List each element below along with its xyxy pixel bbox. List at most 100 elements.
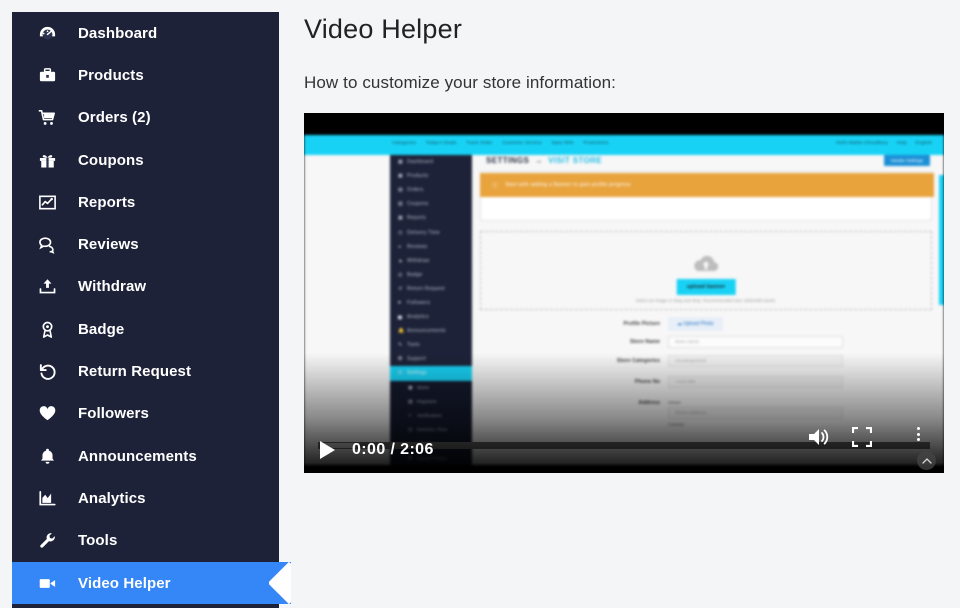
video-player[interactable]: Categories Today's Deals Track Order Cus…: [304, 113, 944, 473]
recorded-banner-dropzone: upload banner Select an image or drag an…: [480, 231, 932, 310]
recorded-link: Categories: [392, 140, 417, 145]
recorded-nav-item: ▣ Products: [398, 173, 429, 180]
recorded-account-label: Hello Mahla Choudhury: [836, 140, 889, 145]
bell-icon: [38, 447, 68, 466]
chart-area-icon: [38, 489, 68, 508]
recorded-store-categories-input: Uncategorized: [668, 355, 843, 367]
recorded-site-body: ▦ Dashboard ▣ Products ▤ Orders ▥ Coupons ▦ R…: [304, 155, 944, 466]
recorded-subnav-item: ▣ Store: [408, 384, 429, 391]
gift-icon: [38, 151, 68, 170]
grid-icon: ▦: [398, 159, 403, 166]
clock-icon: ◷: [398, 229, 403, 236]
cloud-icon: ☁: [677, 321, 682, 327]
recorded-link: Promotions: [583, 140, 609, 145]
recorded-language-label: English: [915, 140, 932, 145]
sidebar-item-return-request[interactable]: Return Request: [12, 350, 279, 392]
sidebar-item-label: Return Request: [78, 363, 192, 381]
recorded-link: Customer Service: [502, 140, 543, 145]
recorded-nav-item: ◎ Badge: [398, 271, 423, 278]
recorded-link: Track Order: [466, 140, 493, 145]
recorded-form-row: Store Name store name This field is requ…: [472, 336, 940, 348]
recorded-upload-banner-button: upload banner: [676, 279, 736, 295]
recorded-nav-item: ✎ Tools: [398, 342, 420, 349]
heart-icon: [38, 404, 68, 423]
sidebar-item-label: Orders (2): [78, 109, 151, 127]
sidebar-item-reviews[interactable]: Reviews: [12, 223, 279, 265]
products-icon: [38, 66, 68, 85]
recorded-vendor-settings-button: Vendor Settings: [883, 155, 930, 166]
recorded-address-input: Street address: [668, 407, 843, 419]
recorded-nav-item: 🔔 Announcements: [398, 328, 446, 335]
wrench-icon: ✎: [398, 342, 403, 349]
store-icon: ▣: [408, 384, 413, 391]
recorded-topbar-right-links: Hello Mahla Choudhury Help English: [829, 140, 932, 145]
recorded-form-row: Address Street Street address Country: [472, 400, 940, 427]
timecode-display: 0:00 / 2:06: [352, 441, 434, 458]
sidebar-item-label: Analytics: [78, 489, 146, 507]
support-icon: ✪: [398, 356, 403, 363]
chart-icon: ▦: [398, 215, 403, 222]
undo-icon: ↺: [398, 285, 403, 292]
sidebar-item-products[interactable]: Products: [12, 54, 279, 96]
recorded-nav-item: ▥ Coupons: [398, 201, 429, 208]
sidebar-item-withdraw[interactable]: Withdraw: [12, 266, 279, 308]
sidebar-item-video-helper[interactable]: Video Helper: [12, 561, 291, 605]
recorded-nav-item: ◕ Reviews: [398, 243, 428, 250]
volume-icon[interactable]: [808, 427, 852, 473]
sidebar-item-dashboard[interactable]: Dashboard: [12, 12, 279, 54]
recorded-alert-banner: ⓘ Start with adding a Banner to gain pro…: [480, 173, 934, 197]
fullscreen-icon[interactable]: [851, 426, 896, 473]
recorded-address-sublabel: Street: [668, 400, 681, 405]
sidebar-item-badge[interactable]: Badge: [12, 308, 279, 350]
sidebar-item-tools[interactable]: Tools: [12, 520, 279, 562]
video-camera-icon: [38, 574, 68, 593]
upload-icon: ▲: [398, 257, 404, 264]
sidebar-item-reports[interactable]: Reports: [12, 181, 279, 223]
sidebar-item-label: Withdraw: [78, 278, 147, 296]
recorded-visit-store-link: VISIT STORE: [548, 156, 603, 165]
sidebar-item-label: Dashboard: [78, 24, 158, 42]
recorded-phone-input: +123 456: [668, 376, 843, 388]
recorded-settings-heading: SETTINGS → VISIT STORE: [486, 156, 603, 165]
payment-icon: ▤: [408, 398, 413, 405]
recorded-nav-item: ✪ Support: [398, 356, 426, 363]
scroll-to-top-icon[interactable]: [917, 451, 936, 470]
sidebar-item-label: Products: [78, 66, 144, 84]
dashboard-icon: [38, 24, 68, 43]
recorded-main-panel: SETTINGS → VISIT STORE Vendor Settings ⓘ…: [472, 155, 940, 465]
sidebar-item-label: Coupons: [78, 151, 144, 169]
recorded-nav-item: ▦ Dashboard: [398, 159, 434, 166]
sidebar-item-label: Badge: [78, 320, 125, 338]
gear-icon: ✿: [398, 370, 403, 377]
video-frame-content: Categories Today's Deals Track Order Cus…: [304, 135, 944, 466]
cloud-upload-icon: [692, 254, 720, 279]
sidebar: Dashboard Products Orders (2) Coupons Report…: [12, 12, 291, 608]
recorded-nav-item-settings: ✿ Settings: [390, 366, 472, 381]
recorded-site-topbar: Categories Today's Deals Track Order Cus…: [304, 135, 944, 155]
three-dots: [896, 427, 940, 441]
active-indicator-arrow: [269, 562, 291, 604]
recorded-topbar-left-links: Categories Today's Deals Track Order Cus…: [392, 140, 617, 145]
sidebar-item-coupons[interactable]: Coupons: [12, 139, 279, 181]
box-icon: ▣: [398, 173, 403, 180]
recorded-form-row: Phone No +123 456: [472, 376, 940, 388]
recorded-page-scrollbar: [939, 175, 944, 305]
cart-icon: [38, 108, 68, 127]
wrench-icon: [38, 531, 68, 550]
play-button[interactable]: [304, 427, 350, 473]
sidebar-item-followers[interactable]: Followers: [12, 393, 279, 435]
sidebar-item-announcements[interactable]: Announcements: [12, 435, 279, 477]
recorded-subnav-item: ▤ Payment: [408, 398, 437, 405]
sidebar-item-analytics[interactable]: Analytics: [12, 477, 279, 519]
recorded-nav-item: ▤ Orders: [398, 187, 424, 194]
undo-icon: [38, 362, 68, 381]
recorded-nav-item: ↺ Return Request: [398, 285, 445, 292]
sidebar-item-label: Announcements: [78, 447, 197, 465]
check-icon: ✓: [408, 412, 413, 419]
heart-icon: ♥: [398, 299, 402, 306]
sidebar-item-label: Reviews: [78, 236, 139, 254]
recorded-nav-item: ▲ Withdraw: [398, 257, 430, 264]
sidebar-item-orders-2[interactable]: Orders (2): [12, 97, 279, 139]
page-subtitle: How to customize your store information:: [304, 73, 617, 92]
recorded-nav-item: ◷ Delivery Time: [398, 229, 440, 236]
